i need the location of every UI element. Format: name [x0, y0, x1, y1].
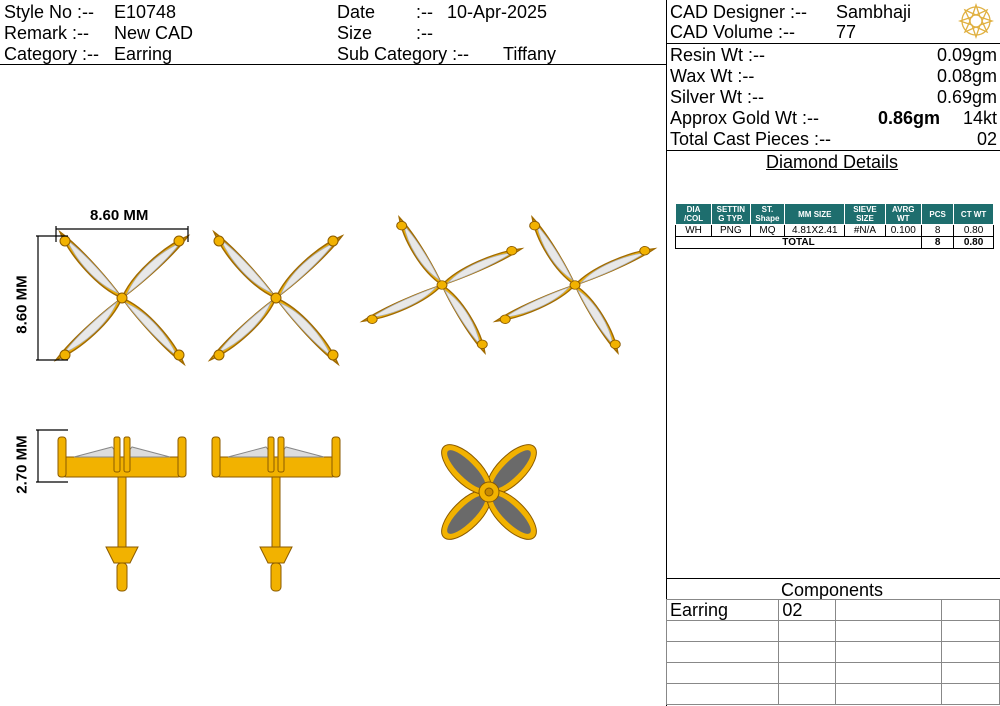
cad-designer-value: Sambhaji [836, 2, 912, 22]
perspective-right [494, 216, 656, 353]
weights-divider [666, 150, 1000, 151]
component-row [665, 641, 1000, 663]
style-no-value: E10748 [114, 2, 177, 22]
date-sep: :-- [416, 2, 433, 22]
diamond-cell: 0.100 [884, 224, 923, 237]
subcategory-value: Tiffany [503, 44, 557, 64]
cad-designer-label: CAD Designer :-- [670, 2, 808, 22]
diamond-cell: WH [674, 224, 713, 237]
diamond-cell: MQ [749, 224, 786, 237]
component-row [665, 620, 1000, 642]
components-divider [666, 578, 1000, 579]
diamond-cell: 0.80 [953, 224, 994, 237]
silver-wt-value: 0.69gm [936, 87, 997, 107]
date-label: Date [337, 2, 376, 22]
component-qty [778, 683, 836, 705]
side-view-left [57, 436, 187, 592]
diamond-col-header: CT WT [953, 203, 994, 225]
diamond-col-header: PCS [921, 203, 955, 225]
depth-dimension-label: 2.70 MM [13, 435, 31, 494]
diamond-total-row: TOTAL 8 0.80 [674, 236, 994, 249]
diamond-table: DIA /COL SETTIN G TYP. ST. Shape MM SIZE… [674, 203, 994, 249]
component-name [665, 620, 780, 642]
size-sep: :-- [416, 23, 433, 43]
component-row: Earring 02 [665, 599, 1000, 621]
diamond-total-label: TOTAL [674, 236, 923, 249]
diamond-col-header: MM SIZE [784, 203, 846, 225]
diamond-details-title: Diamond Details [766, 152, 899, 172]
remark-value: New CAD [114, 23, 194, 43]
top-view-right [210, 232, 342, 364]
diamond-total-ct: 0.80 [953, 236, 994, 249]
silver-wt-label: Silver Wt :-- [670, 87, 764, 107]
cast-pieces-label: Total Cast Pieces :-- [670, 129, 832, 149]
category-label: Category :-- [4, 44, 100, 64]
cast-pieces-value: 02 [976, 129, 997, 149]
perspective-left [361, 216, 523, 353]
diamond-cell: 4.81X2.41 [784, 224, 846, 237]
components-title: Components [781, 580, 884, 600]
brand-logo-icon [958, 3, 994, 39]
category-value: Earring [114, 44, 173, 64]
component-row [665, 662, 1000, 684]
diamond-cell: PNG [711, 224, 751, 237]
side-view-right [211, 436, 341, 592]
gold-wt-value: 0.86gm [878, 108, 941, 128]
cad-drawing-area [36, 65, 666, 592]
back-view [441, 444, 537, 540]
component-name: Earring [665, 599, 780, 621]
diamond-col-header: AVRG WT [884, 203, 923, 225]
resin-wt-value: 0.09gm [936, 45, 997, 65]
top-view-left [56, 232, 188, 364]
height-dimension-label: 8.60 MM [13, 275, 31, 334]
resin-wt-label: Resin Wt :-- [670, 45, 766, 65]
component-name [665, 662, 780, 684]
diamond-row: WH PNG MQ 4.81X2.41 #N/A 0.100 8 0.80 [674, 224, 994, 237]
diamond-total-pcs: 8 [921, 236, 955, 249]
component-qty [778, 662, 836, 684]
width-dimension-label: 8.60 MM [90, 207, 149, 224]
size-label: Size [337, 23, 373, 43]
style-no-label: Style No :-- [4, 2, 95, 22]
component-row [665, 683, 1000, 705]
wax-wt-label: Wax Wt :-- [670, 66, 755, 86]
diamond-header-row: DIA /COL SETTIN G TYP. ST. Shape MM SIZE… [674, 203, 994, 225]
component-qty [778, 620, 836, 642]
remark-label: Remark :-- [4, 23, 89, 43]
cad-divider [666, 43, 1000, 44]
wax-wt-value: 0.08gm [936, 66, 997, 86]
components-table: Earring 02 [665, 599, 1000, 705]
diamond-col-header: SIEVE SIZE [844, 203, 886, 225]
diamond-cell: 8 [921, 224, 955, 237]
diamond-col-header: DIA /COL [674, 203, 713, 225]
component-name [665, 641, 780, 663]
gold-kt-value: 14kt [962, 108, 997, 128]
date-value: 10-Apr-2025 [447, 2, 548, 22]
component-qty: 02 [778, 599, 836, 621]
component-name [665, 683, 780, 705]
subcategory-label: Sub Category :-- [337, 44, 470, 64]
diamond-cell: #N/A [844, 224, 886, 237]
cad-volume-label: CAD Volume :-- [670, 22, 796, 42]
diamond-col-header: SETTIN G TYP. [711, 203, 751, 225]
diamond-col-header: ST. Shape [749, 203, 786, 225]
cad-volume-value: 77 [836, 22, 857, 42]
gold-wt-label: Approx Gold Wt :-- [670, 108, 820, 128]
component-qty [778, 641, 836, 663]
